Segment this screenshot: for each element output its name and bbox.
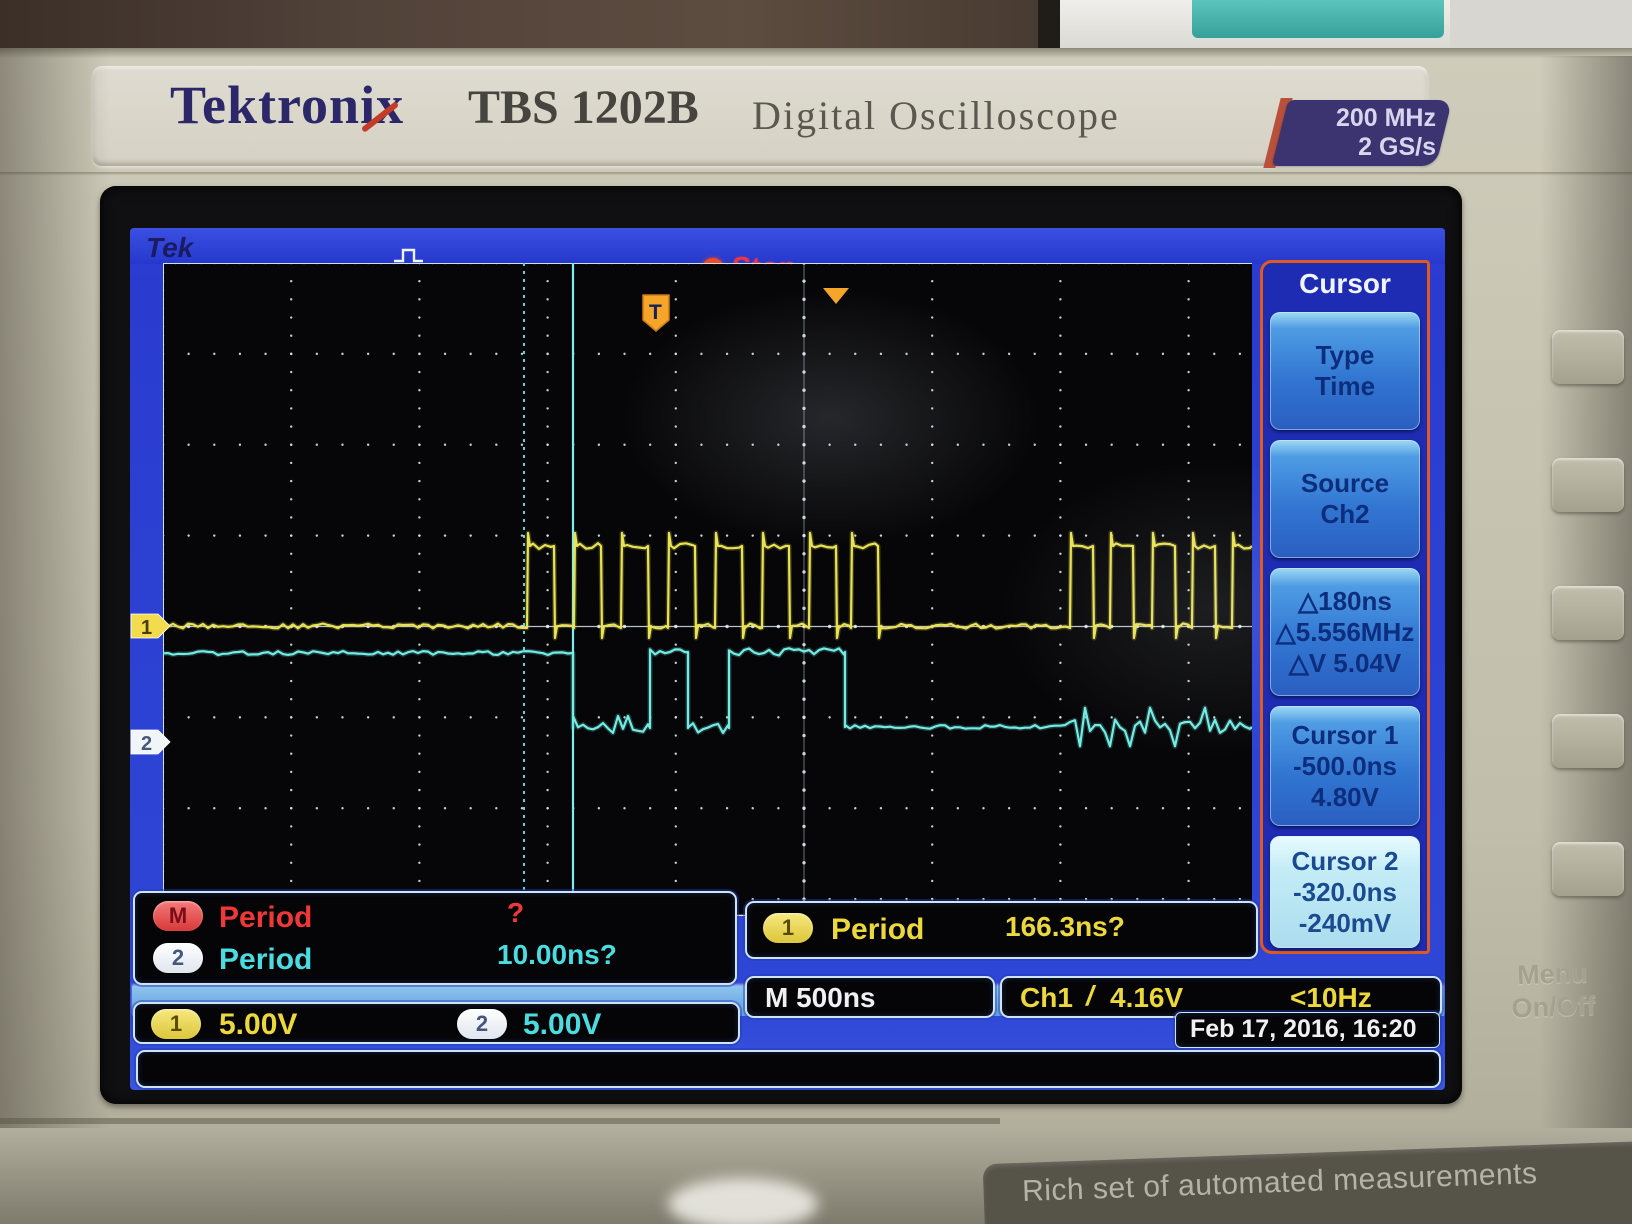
datetime-readout: Feb 17, 2016, 16:20: [1190, 1015, 1417, 1043]
menu-line: △180ns: [1298, 585, 1392, 616]
menu-line: -500.0ns: [1292, 750, 1398, 781]
menu-line: △5.556MHz: [1275, 616, 1415, 647]
svg-text:1: 1: [141, 617, 152, 639]
measurement-label: Period: [219, 901, 313, 934]
menu-onoff-label: On/Off: [1511, 990, 1597, 1024]
menu-line: -320.0ns: [1292, 876, 1398, 907]
menu-line: 4.80V: [1311, 781, 1379, 812]
model-number: TBS 1202B: [468, 81, 699, 134]
timebase-box: M 500ns: [745, 976, 995, 1018]
menu-line: Cursor 2: [1291, 845, 1399, 876]
samplerate-spec: 2 GS/s: [1358, 133, 1436, 161]
menu-line: Time: [1314, 371, 1376, 401]
softkey-button-3[interactable]: [1552, 586, 1624, 640]
ch2-scale: 5.00V: [523, 1008, 602, 1041]
product-name: Digital Oscilloscope: [752, 93, 1120, 138]
softkey-button-4[interactable]: [1552, 714, 1624, 768]
measurement-label: Period: [219, 943, 313, 976]
measurement-value: ?: [507, 897, 525, 928]
menu-line: Source: [1300, 468, 1390, 498]
menu-item-cursor1[interactable]: Cursor 1 -500.0ns 4.80V: [1270, 706, 1420, 826]
bandwidth-spec: 200 MHz: [1335, 104, 1436, 132]
lcd-display: Tek Stop M Pos: 700.0ns 12T Cursor Type …: [130, 228, 1445, 1090]
bottom-reflection: [668, 1178, 818, 1224]
menu-onoff-button[interactable]: Menu On/Off: [1477, 955, 1629, 1026]
bezel-bottom-edge: [0, 1118, 1000, 1124]
menu-line: Ch2: [1320, 499, 1370, 529]
svg-text:T: T: [649, 301, 662, 324]
datetime-box: Feb 17, 2016, 16:20: [1175, 1012, 1440, 1048]
message-bar: [136, 1050, 1441, 1088]
spec-badge-text: 200 MHz 2 GS/s: [1286, 104, 1442, 162]
menu-item-type[interactable]: Type Time: [1270, 312, 1420, 430]
oscilloscope-photo: Tektronix TBS 1202B Digital Oscilloscope…: [0, 0, 1632, 1224]
measurement-box: M Period ? 2 Period 10.00ns?: [133, 891, 737, 985]
bezel-top-edge: [0, 48, 1632, 58]
measurement-value: 166.3ns?: [1005, 911, 1125, 942]
menu-line: -240mV: [1298, 907, 1392, 938]
bezel-left-shadow: [0, 48, 110, 1148]
measurement-value: 10.00ns?: [497, 939, 617, 970]
trigger-frequency: <10Hz: [1290, 982, 1372, 1013]
ch2-badge: 2: [457, 1009, 507, 1039]
vertical-scale-box: 1 5.00V 2 5.00V: [133, 1002, 740, 1044]
measurement-label: Period: [831, 913, 925, 946]
background-corner: [1450, 0, 1632, 50]
softkey-button-1[interactable]: [1552, 330, 1624, 384]
menu-title: Cursor: [1299, 268, 1391, 299]
ch2-badge: 2: [153, 943, 203, 973]
menu-item-delta-readout[interactable]: △180ns △5.556MHz △V 5.04V: [1270, 568, 1420, 696]
background-device-teal-stripe: [1192, 0, 1444, 38]
trigger-level: 4.16V: [1110, 982, 1184, 1013]
menu-item-cursor2[interactable]: Cursor 2 -320.0ns -240mV: [1270, 836, 1420, 948]
menu-item-source[interactable]: Source Ch2: [1270, 440, 1420, 558]
menu-line: △V 5.04V: [1288, 647, 1402, 678]
menu-line: Cursor 1: [1291, 719, 1399, 750]
menu-line: Type: [1315, 340, 1375, 370]
ch1-badge: 1: [763, 913, 813, 943]
svg-text:2: 2: [141, 733, 152, 755]
trigger-source: Ch1: [1020, 982, 1073, 1013]
ch1-scale: 5.00V: [219, 1008, 298, 1041]
trigger-edge-icon: /: [1086, 980, 1094, 1011]
timebase-readout: M 500ns: [765, 982, 876, 1013]
bezel-groove: [0, 172, 1632, 176]
math-channel-badge: M: [153, 901, 203, 931]
ch1-period-box: 1 Period 166.3ns?: [745, 901, 1258, 959]
softkey-button-2[interactable]: [1552, 458, 1624, 512]
menu-onoff-label: Menu: [1516, 957, 1589, 991]
softkey-button-5[interactable]: [1552, 842, 1624, 896]
ch1-badge: 1: [151, 1009, 201, 1039]
